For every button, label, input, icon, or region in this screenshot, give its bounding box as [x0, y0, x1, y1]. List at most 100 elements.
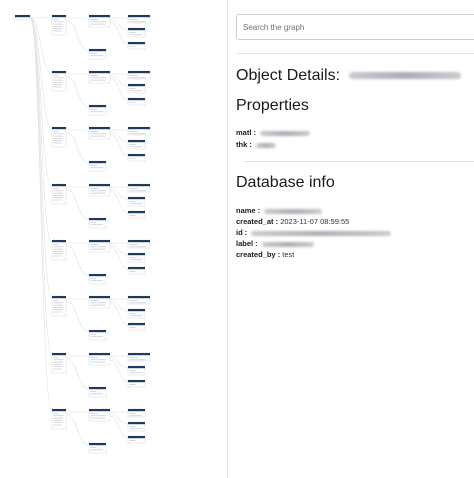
node-header[interactable] [89, 161, 106, 164]
node-header[interactable] [128, 98, 145, 101]
node-header[interactable] [52, 15, 66, 18]
redacted-value [255, 142, 276, 148]
db-row-id: id : [236, 228, 392, 238]
db-row-created-at: created_at : 2023-11-07 08:59:55 [236, 217, 349, 227]
node-box[interactable] [51, 239, 67, 261]
node-header[interactable] [128, 84, 145, 87]
node-header[interactable] [52, 409, 66, 412]
node-box[interactable] [51, 126, 67, 148]
node-header[interactable] [128, 309, 145, 312]
property-key: thk : [236, 140, 252, 149]
redacted-object-name [348, 72, 461, 80]
node-header[interactable] [89, 105, 106, 108]
node-header[interactable] [128, 240, 150, 243]
node-header[interactable] [128, 71, 150, 74]
db-key: name : [236, 206, 261, 215]
details-panel: Object Details: Properties matl : thk : … [228, 0, 474, 478]
property-key: matl : [236, 128, 257, 137]
node-box[interactable] [51, 295, 67, 317]
graph-edge [109, 75, 129, 87]
graph-canvas[interactable] [0, 0, 226, 478]
graph-edge [109, 357, 129, 369]
node-header[interactable] [52, 240, 66, 243]
graph-edge [109, 244, 129, 256]
redacted-value [251, 230, 392, 236]
graph-edge [65, 188, 90, 221]
node-header[interactable] [89, 353, 110, 356]
node-header[interactable] [15, 15, 30, 18]
graph-edge [65, 75, 90, 108]
property-row-thk: thk : [236, 140, 276, 150]
graph-edge [109, 19, 129, 31]
node-header[interactable] [89, 127, 110, 130]
node-header[interactable] [128, 409, 145, 412]
graph-edge [65, 244, 90, 277]
redacted-value [261, 241, 314, 247]
node-header[interactable] [89, 443, 106, 446]
node-header[interactable] [128, 127, 150, 130]
node-header[interactable] [52, 127, 66, 130]
node-header[interactable] [89, 274, 106, 277]
object-details-heading: Object Details: [236, 67, 461, 85]
properties-heading: Properties [236, 97, 309, 114]
graph-edge [109, 188, 129, 200]
graph-edge [65, 357, 90, 390]
db-row-created-by: created_by : test [236, 250, 294, 260]
node-header[interactable] [52, 184, 66, 187]
node-header[interactable] [128, 42, 145, 45]
node-header[interactable] [52, 353, 66, 356]
graph-edge [29, 16, 53, 300]
divider [244, 161, 474, 162]
graph-edge [29, 16, 53, 357]
node-header[interactable] [128, 15, 150, 18]
node-header[interactable] [128, 296, 150, 299]
node-header[interactable] [128, 380, 145, 383]
graph-edge [109, 413, 129, 425]
node-header[interactable] [128, 436, 145, 439]
node-header[interactable] [89, 218, 106, 221]
db-key: created_at : [236, 217, 279, 226]
node-header[interactable] [89, 387, 106, 390]
graph-edge [65, 300, 90, 333]
node-header[interactable] [128, 154, 145, 157]
node-header[interactable] [128, 211, 145, 214]
graph-svg[interactable] [0, 0, 226, 478]
node-header[interactable] [128, 353, 150, 356]
graph-edge [109, 131, 129, 143]
node-header[interactable] [128, 28, 145, 31]
object-details-title: Object Details: [236, 67, 341, 84]
node-header[interactable] [128, 197, 145, 200]
node-header[interactable] [128, 323, 145, 326]
node-header[interactable] [128, 140, 145, 143]
graph-edge [65, 413, 90, 446]
node-header[interactable] [52, 296, 66, 299]
search-input[interactable] [236, 14, 474, 40]
node-header[interactable] [128, 184, 150, 187]
db-key: id : [236, 228, 248, 237]
graph-edge [109, 300, 129, 312]
graph-edge [29, 16, 53, 131]
node-header[interactable] [89, 15, 110, 18]
graph-edge [29, 16, 53, 19]
node-header[interactable] [89, 49, 106, 52]
graph-edge [65, 131, 90, 164]
node-header[interactable] [89, 184, 110, 187]
node-header[interactable] [89, 409, 110, 412]
node-box[interactable] [51, 352, 67, 374]
graph-explorer-app: Object Details: Properties matl : thk : … [0, 0, 474, 478]
node-box[interactable] [51, 14, 67, 36]
property-row-matl: matl : [236, 128, 311, 138]
node-header[interactable] [89, 240, 110, 243]
node-header[interactable] [128, 253, 145, 256]
redacted-value [260, 130, 311, 136]
node-header[interactable] [89, 330, 106, 333]
node-header[interactable] [128, 422, 145, 425]
node-box[interactable] [51, 183, 67, 205]
node-header[interactable] [128, 366, 145, 369]
node-header[interactable] [89, 296, 110, 299]
node-header[interactable] [52, 71, 66, 74]
node-header[interactable] [128, 267, 145, 270]
node-header[interactable] [89, 71, 110, 74]
node-box[interactable] [51, 408, 67, 430]
node-box[interactable] [51, 70, 67, 92]
